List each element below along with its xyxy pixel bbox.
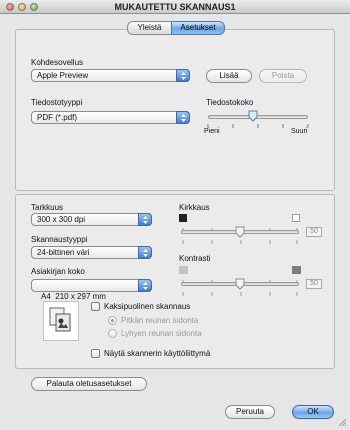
long-edge-radio[interactable] xyxy=(108,316,117,325)
resolution-label: Tarkkuus xyxy=(31,203,64,212)
zoom-window-icon[interactable] xyxy=(30,3,38,11)
tab-bar: Yleistä Asetukset xyxy=(127,21,225,35)
contrast-high-icon xyxy=(292,266,301,274)
tab-general[interactable]: Yleistä xyxy=(127,21,171,35)
doc-size-select[interactable]: A4 210 x 297 mm xyxy=(31,279,152,301)
contrast-slider-thumb[interactable] xyxy=(235,278,245,290)
popup-arrows-icon xyxy=(138,246,152,259)
duplex-preview-icon xyxy=(43,301,79,341)
resolution-value: 300 x 300 dpi xyxy=(37,215,86,224)
target-app-label: Kohdesovellus xyxy=(31,58,84,67)
brightness-value-field[interactable]: 50 xyxy=(306,227,322,237)
short-edge-label: Lyhyen reunan sidonta xyxy=(121,329,202,338)
delete-button[interactable]: Poista xyxy=(259,69,307,83)
show-scanner-ui-checkbox[interactable] xyxy=(91,349,100,358)
scan-type-label: Skannaustyyppi xyxy=(31,235,88,244)
file-size-slider-thumb[interactable] xyxy=(248,110,258,122)
contrast-value-field[interactable]: 50 xyxy=(306,279,322,289)
duplex-label: Kaksipuolinen skannaus xyxy=(104,302,191,311)
popup-arrows-icon xyxy=(138,279,152,292)
duplex-checkbox[interactable] xyxy=(91,302,100,311)
tab-settings[interactable]: Asetukset xyxy=(171,21,225,35)
file-size-max-label: Suuri xyxy=(291,128,308,135)
resize-grip-icon[interactable] xyxy=(338,418,347,427)
file-type-label: Tiedostotyyppi xyxy=(31,98,83,107)
restore-defaults-button[interactable]: Palauta oletusasetukset xyxy=(31,377,147,391)
file-size-label: Tiedostokoko xyxy=(206,98,254,107)
scan-type-select[interactable]: 24-bittinen väri xyxy=(31,246,152,259)
brightness-dark-icon xyxy=(179,214,187,222)
target-app-select[interactable]: Apple Preview xyxy=(31,69,190,82)
file-type-value: PDF (*.pdf) xyxy=(37,113,78,122)
long-edge-label: Pitkän reunan sidonta xyxy=(121,316,199,325)
window-title: MUKAUTETTU SKANNAUS1 xyxy=(114,2,236,12)
add-button[interactable]: Lisää xyxy=(206,69,252,83)
popup-arrows-icon xyxy=(176,111,190,124)
minimize-window-icon[interactable] xyxy=(18,3,26,11)
show-scanner-ui-label: Näytä skannerin käyttöliittymä xyxy=(104,349,211,358)
doc-size-label: Asiakirjan koko xyxy=(31,267,85,276)
file-size-min-label: Pieni xyxy=(204,128,220,135)
contrast-label: Kontrasti xyxy=(179,254,211,263)
doc-size-value: A4 210 x 297 mm xyxy=(41,292,106,301)
brightness-label: Kirkkaus xyxy=(179,203,210,212)
scan-type-value: 24-bittinen väri xyxy=(37,248,90,257)
close-window-icon[interactable] xyxy=(6,3,14,11)
ok-button[interactable]: OK xyxy=(292,405,334,419)
settings-panel-upper xyxy=(15,29,335,191)
cancel-button[interactable]: Peruuta xyxy=(225,405,275,419)
target-app-value: Apple Preview xyxy=(37,71,89,80)
short-edge-radio[interactable] xyxy=(108,329,117,338)
resolution-select[interactable]: 300 x 300 dpi xyxy=(31,213,152,226)
title-bar: MUKAUTETTU SKANNAUS1 xyxy=(0,0,350,14)
contrast-low-icon xyxy=(179,266,188,274)
brightness-slider-thumb[interactable] xyxy=(235,226,245,238)
file-size-slider-track[interactable] xyxy=(208,115,308,119)
file-type-select[interactable]: PDF (*.pdf) xyxy=(31,111,190,124)
file-size-ticks xyxy=(204,121,312,128)
brightness-light-icon xyxy=(292,214,300,222)
popup-arrows-icon xyxy=(138,213,152,226)
popup-arrows-icon xyxy=(176,69,190,82)
